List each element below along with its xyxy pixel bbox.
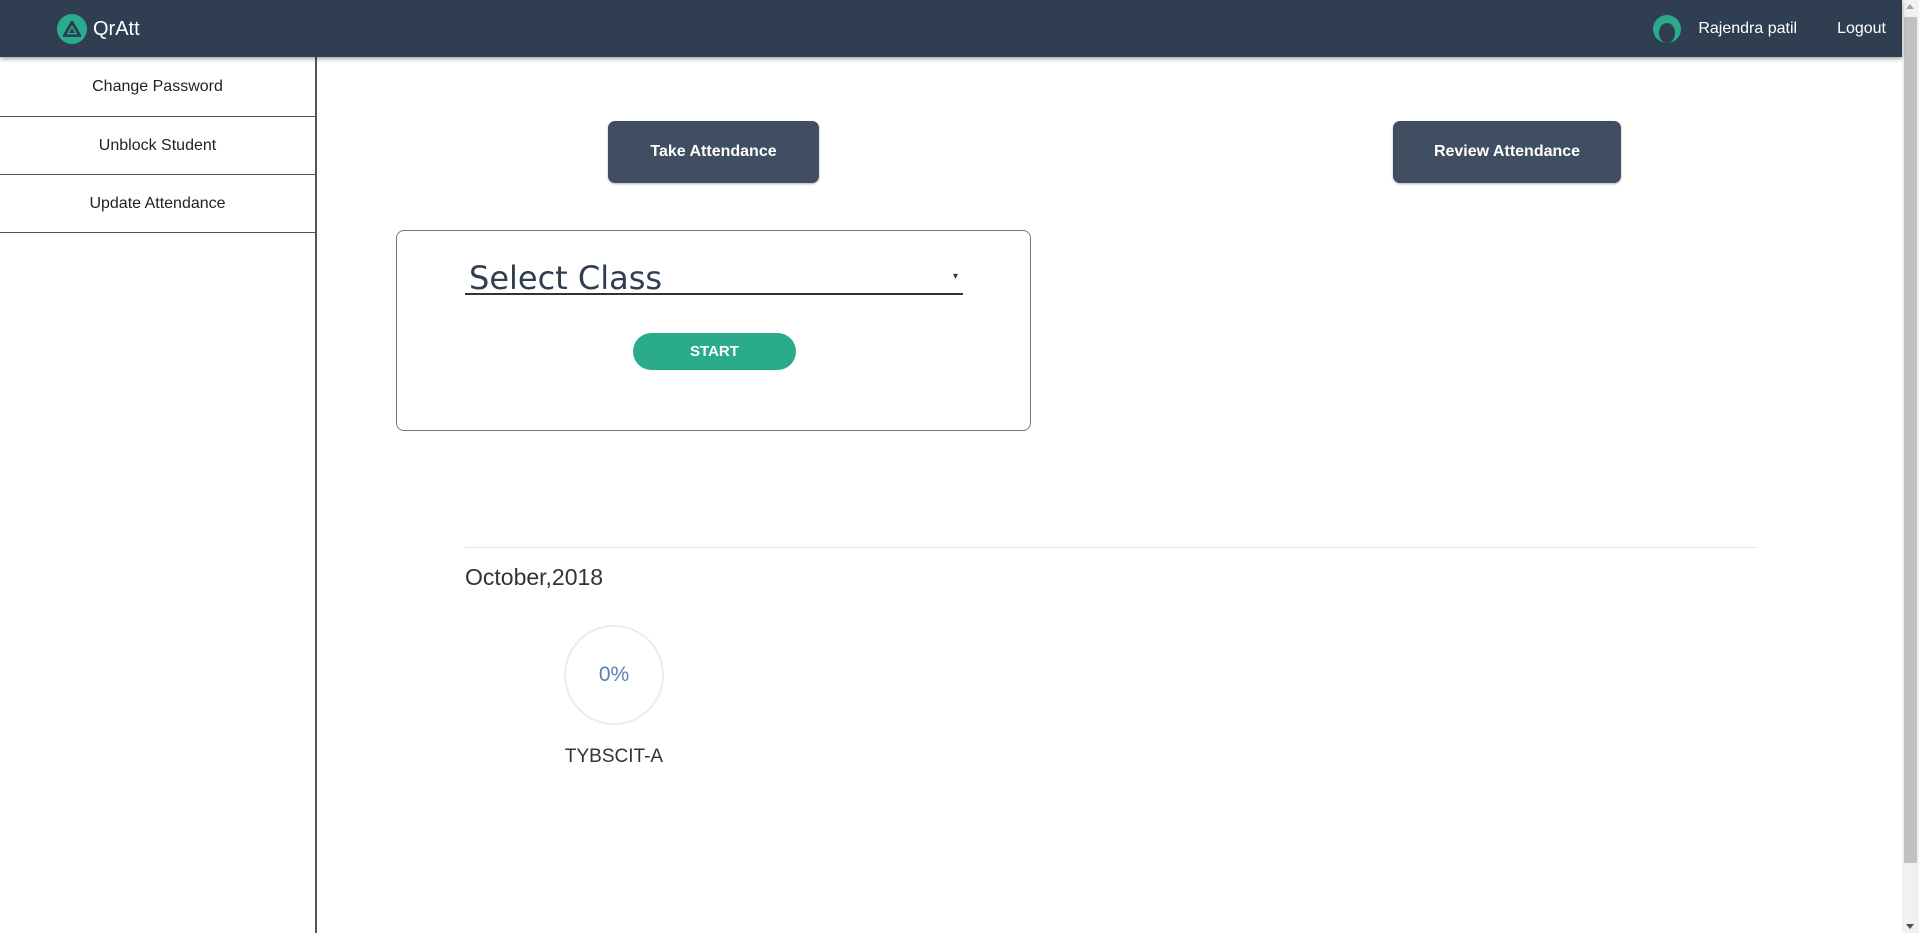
sidebar-item-label: Change Password: [92, 77, 223, 95]
take-attendance-button[interactable]: Take Attendance: [608, 121, 819, 183]
user-name[interactable]: Rajendra patil: [1698, 20, 1797, 38]
start-button[interactable]: START: [633, 333, 796, 370]
class-select-card: Select Class ▾ START: [396, 230, 1031, 431]
user-avatar-icon[interactable]: [1653, 14, 1682, 43]
sidebar-item-update-attendance[interactable]: Update Attendance: [0, 175, 315, 233]
triangle-logo-icon: [57, 14, 87, 44]
top-navbar: QrAtt Rajendra patil Logout: [0, 0, 1902, 57]
chevron-down-icon: ▾: [952, 271, 958, 282]
brand[interactable]: QrAtt: [57, 14, 140, 44]
attendance-percent-circle[interactable]: 0%: [564, 625, 664, 725]
scroll-up-arrow-icon[interactable]: [1906, 4, 1914, 9]
scrollbar-thumb[interactable]: [1904, 17, 1917, 863]
sidebar-item-unblock-student[interactable]: Unblock Student: [0, 117, 315, 175]
sidebar-item-label: Unblock Student: [98, 136, 217, 154]
brand-name: QrAtt: [93, 17, 140, 40]
month-title: October,2018: [465, 564, 604, 590]
class-select-value: Select Class: [469, 259, 663, 297]
sidebar-item-change-password[interactable]: Change Password: [0, 57, 315, 117]
logout-link[interactable]: Logout: [1837, 20, 1886, 38]
class-name-label: TYBSCIT-A: [564, 746, 664, 767]
attendance-percent: 0%: [598, 663, 630, 686]
vertical-scrollbar[interactable]: [1902, 0, 1919, 933]
section-divider: [465, 547, 1757, 548]
sidebar: Change Password Unblock Student Update A…: [0, 57, 317, 933]
sidebar-item-label: Update Attendance: [89, 194, 226, 212]
class-select-dropdown[interactable]: Select Class ▾: [465, 259, 963, 297]
user-area: Rajendra patil Logout: [1653, 0, 1886, 57]
review-attendance-button[interactable]: Review Attendance: [1393, 121, 1621, 183]
scroll-down-arrow-icon[interactable]: [1906, 924, 1914, 929]
